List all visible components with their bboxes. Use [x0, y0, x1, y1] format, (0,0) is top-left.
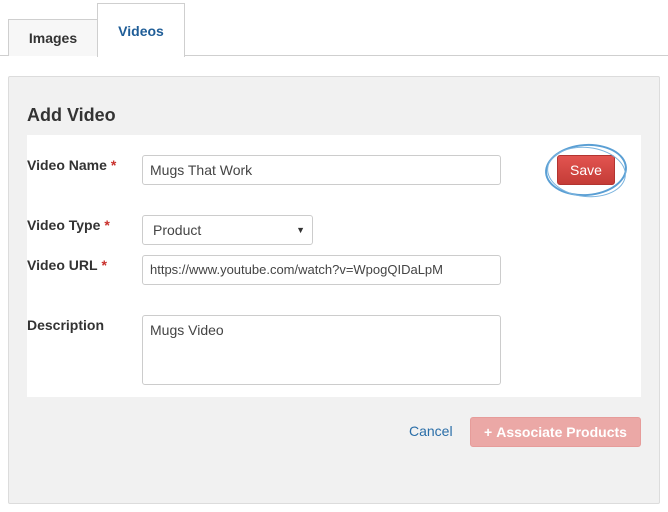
associate-products-button[interactable]: + Associate Products	[470, 417, 641, 447]
save-button[interactable]: Save	[557, 155, 615, 185]
required-marker: *	[104, 217, 110, 233]
tab-images[interactable]: Images	[8, 19, 98, 56]
tab-bar: Images Videos	[0, 0, 668, 57]
plus-icon: +	[484, 424, 493, 440]
associate-products-label: Associate Products	[496, 424, 627, 440]
video-type-selected: Product	[153, 222, 202, 238]
video-name-input[interactable]: Mugs That Work	[142, 155, 501, 185]
video-url-label-text: Video URL	[27, 257, 98, 273]
required-marker: *	[101, 257, 107, 273]
video-url-label: Video URL *	[27, 257, 107, 273]
video-url-input[interactable]: https://www.youtube.com/watch?v=WpogQIDa…	[142, 255, 501, 285]
video-type-label-text: Video Type	[27, 217, 101, 233]
video-name-label-text: Video Name	[27, 157, 107, 173]
video-type-label: Video Type *	[27, 217, 110, 233]
description-textarea[interactable]: Mugs Video	[142, 315, 501, 385]
description-label: Description	[27, 317, 105, 333]
add-video-panel: Add Video Video Name * Mugs That Work Sav…	[8, 76, 660, 504]
required-marker: *	[110, 157, 117, 173]
video-type-select[interactable]: Product ▼	[142, 215, 313, 245]
video-name-label: Video Name *	[27, 157, 116, 173]
panel-title: Add Video	[27, 105, 116, 125]
cancel-link[interactable]: Cancel	[409, 423, 453, 439]
chevron-down-icon: ▼	[296, 225, 305, 235]
tab-videos[interactable]: Videos	[97, 3, 185, 57]
video-form: Video Name * Mugs That Work Save Video Ty…	[27, 135, 641, 397]
